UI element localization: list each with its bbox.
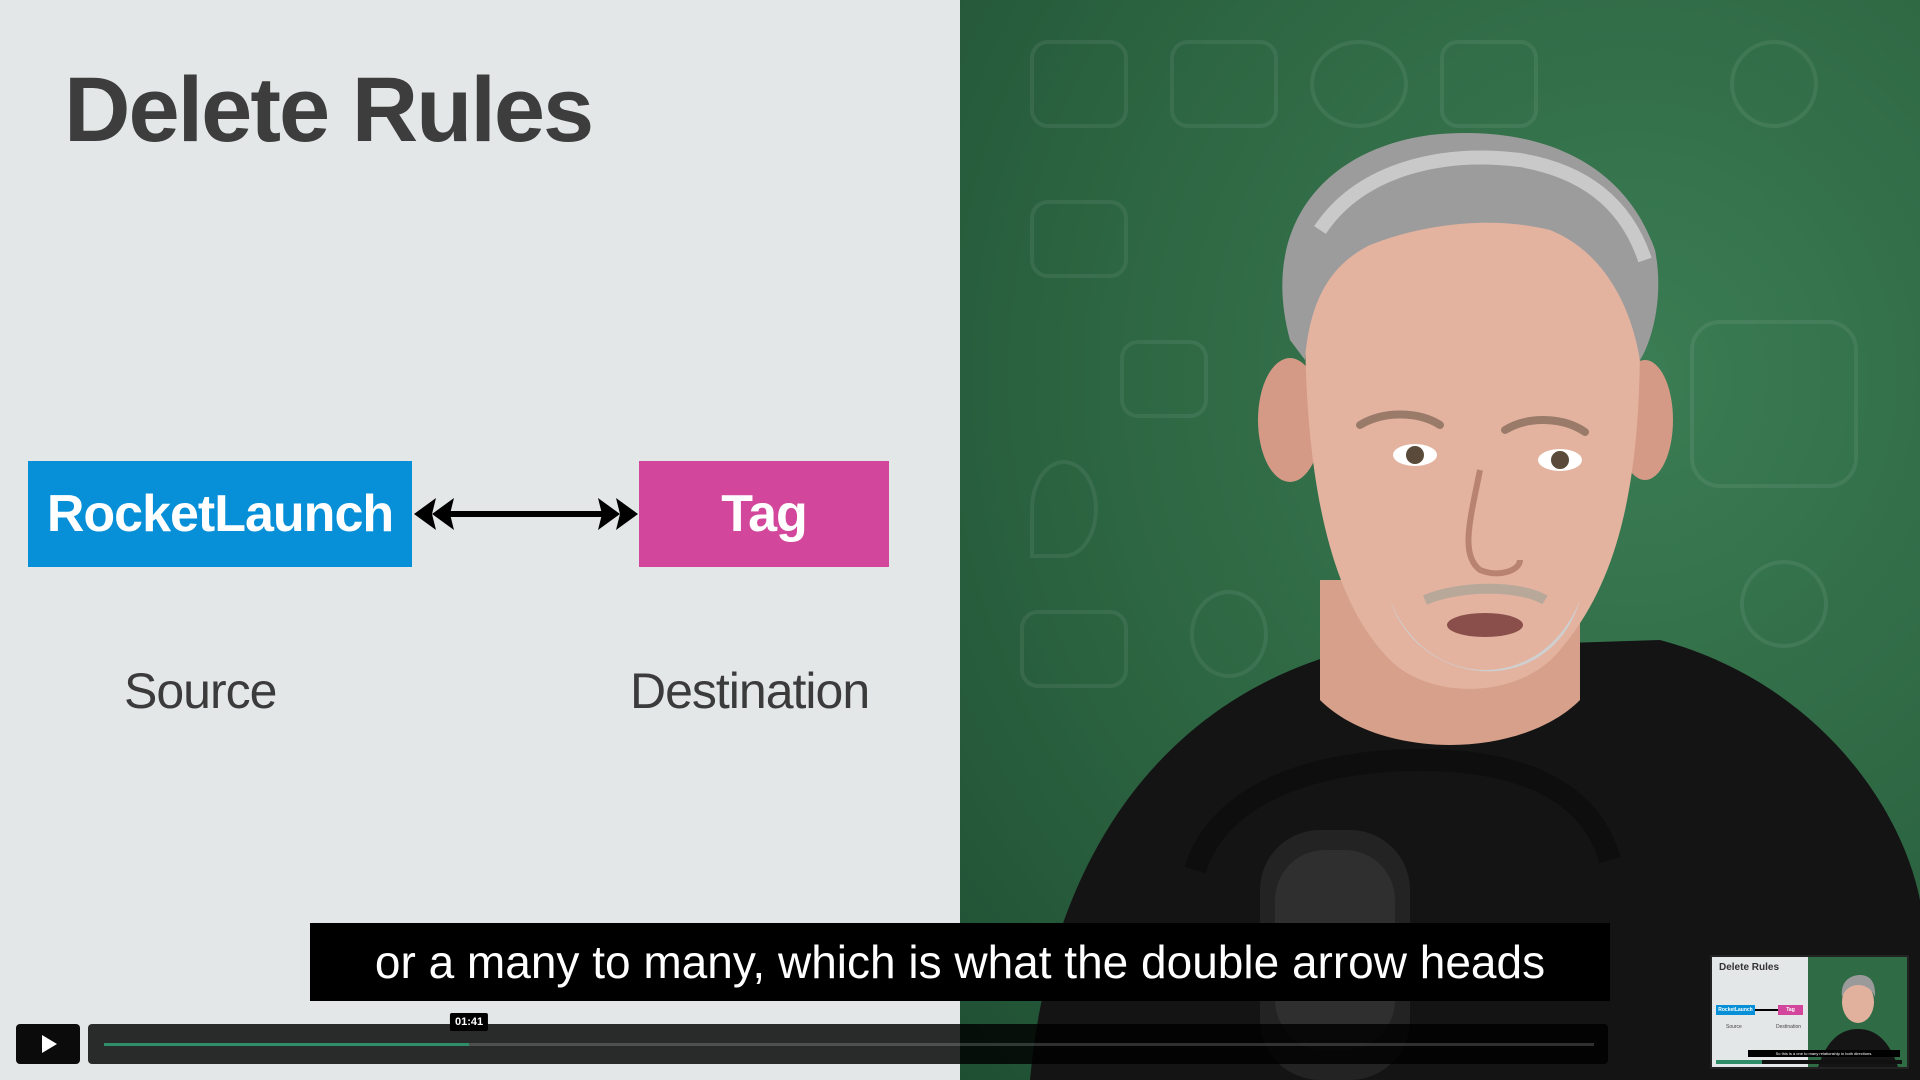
destination-entity-box: Tag xyxy=(639,461,889,567)
thumbnail-source-label: Source xyxy=(1726,1024,1742,1030)
subtitle-caption: or a many to many, which is what the dou… xyxy=(310,923,1610,1001)
hover-time-tooltip: 01:41 xyxy=(449,1013,489,1031)
thumbnail-caption: So this is a one to many relationship in… xyxy=(1748,1050,1900,1057)
play-button[interactable] xyxy=(16,1024,80,1064)
source-entity-box: RocketLaunch xyxy=(28,461,412,567)
double-arrow-icon xyxy=(414,498,638,530)
seek-progress xyxy=(104,1043,470,1046)
play-icon xyxy=(42,1035,57,1053)
thumbnail-title: Delete Rules xyxy=(1719,962,1780,973)
thumbnail-source-box: RocketLaunch xyxy=(1716,1005,1755,1015)
slide: Delete Rules RocketLaunch Tag Source Des… xyxy=(0,0,960,1080)
thumbnail-destination-box: Tag xyxy=(1778,1005,1803,1015)
thumbnail-progress-fill xyxy=(1716,1060,1762,1064)
thumbnail-progress-bar xyxy=(1716,1060,1902,1064)
presenter xyxy=(1030,132,1920,1080)
seek-track[interactable] xyxy=(104,1043,1594,1046)
source-label: Source xyxy=(124,663,277,719)
thumbnail-arrow xyxy=(1755,1009,1778,1011)
thumbnail-destination-label: Destination xyxy=(1776,1024,1802,1030)
seek-preview-thumbnail: Delete Rules RocketLaunch Tag Source Des… xyxy=(1710,955,1909,1069)
destination-label: Destination xyxy=(630,663,870,719)
presenter-video xyxy=(960,0,1920,1080)
seek-bar[interactable] xyxy=(88,1024,1608,1064)
slide-title: Delete Rules xyxy=(64,59,594,161)
